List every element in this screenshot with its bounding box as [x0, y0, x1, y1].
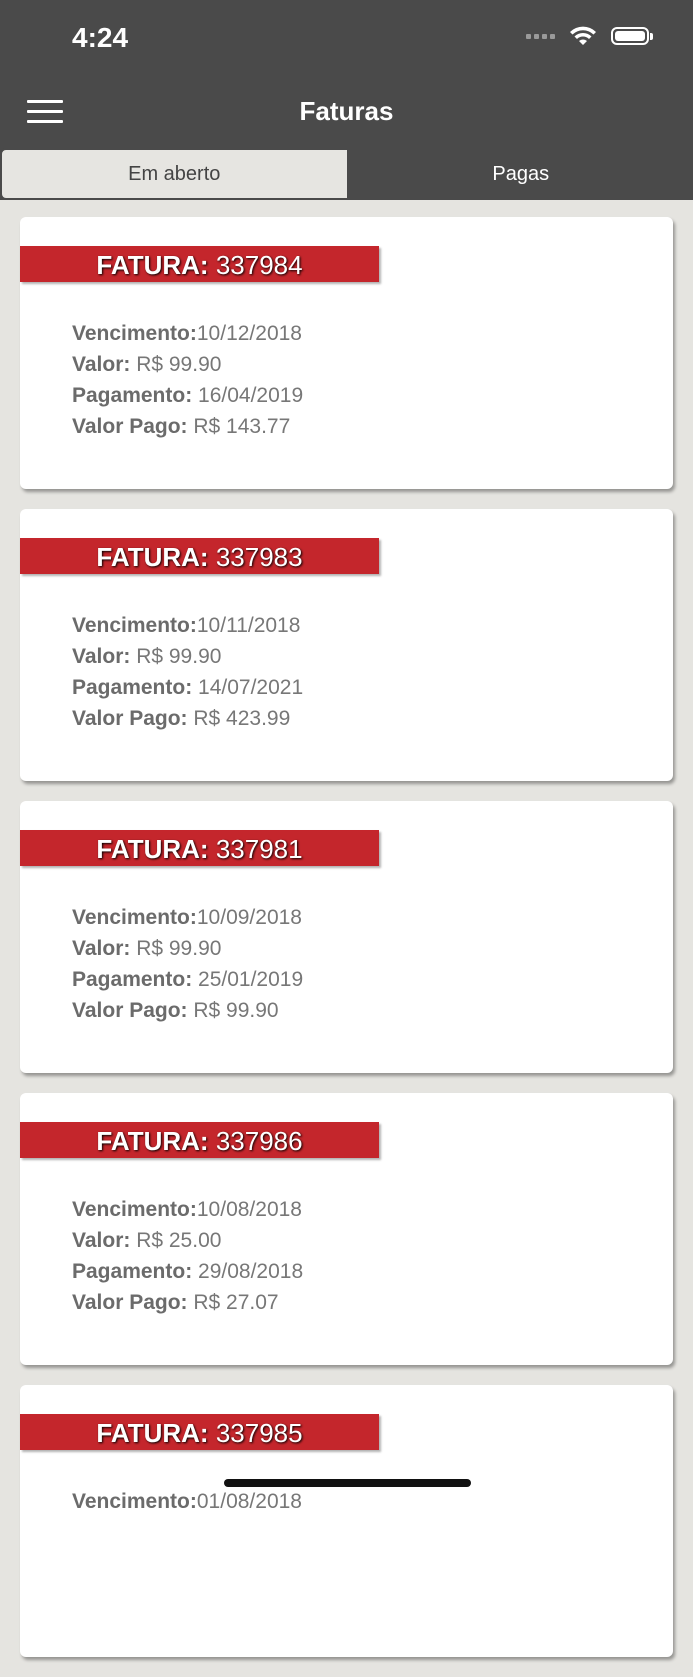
- invoice-label: FATURA:: [96, 542, 208, 572]
- valor-pago-value: R$ 143.77: [193, 415, 290, 438]
- valor-value: R$ 99.90: [136, 353, 221, 376]
- valor-pago-label: Valor Pago:: [72, 415, 188, 438]
- vencimento-label: Vencimento:: [72, 1490, 197, 1513]
- vencimento-value: 10/12/2018: [197, 322, 302, 345]
- invoice-details: Vencimento:10/09/2018 Valor: R$ 99.90 Pa…: [72, 902, 303, 1026]
- invoice-header-ribbon: FATURA: 337983: [20, 538, 379, 574]
- invoice-details: Vencimento:10/12/2018 Valor: R$ 99.90 Pa…: [72, 318, 303, 442]
- tab-bar: Em aberto Pagas: [0, 148, 693, 200]
- invoice-list: FATURA: 337984 Vencimento:10/12/2018 Val…: [20, 217, 673, 1677]
- battery-icon: [611, 27, 649, 45]
- vencimento-label: Vencimento:: [72, 1198, 197, 1221]
- pagamento-value: 29/08/2018: [198, 1260, 303, 1283]
- invoice-details: Vencimento:10/11/2018 Valor: R$ 99.90 Pa…: [72, 610, 303, 734]
- invoice-header-ribbon: FATURA: 337986: [20, 1122, 379, 1158]
- invoice-card[interactable]: FATURA: 337984 Vencimento:10/12/2018 Val…: [20, 217, 673, 489]
- vencimento-value: 10/09/2018: [197, 906, 302, 929]
- valor-pago-value: R$ 423.99: [193, 707, 290, 730]
- vencimento-label: Vencimento:: [72, 614, 197, 637]
- invoice-label: FATURA:: [96, 250, 208, 280]
- valor-pago-value: R$ 27.07: [193, 1291, 278, 1314]
- valor-label: Valor:: [72, 937, 130, 960]
- home-indicator: [224, 1479, 471, 1487]
- valor-value: R$ 99.90: [136, 645, 221, 668]
- invoice-number: 337985: [216, 1418, 303, 1448]
- valor-value: R$ 25.00: [136, 1229, 221, 1252]
- vencimento-value: 10/08/2018: [197, 1198, 302, 1221]
- pagamento-label: Pagamento:: [72, 384, 192, 407]
- invoice-header-ribbon: FATURA: 337984: [20, 246, 379, 282]
- invoice-card[interactable]: FATURA: 337986 Vencimento:10/08/2018 Val…: [20, 1093, 673, 1365]
- invoice-card[interactable]: FATURA: 337985 Vencimento:01/08/2018: [20, 1385, 673, 1657]
- pagamento-value: 14/07/2021: [198, 676, 303, 699]
- pagamento-label: Pagamento:: [72, 676, 192, 699]
- valor-value: R$ 99.90: [136, 937, 221, 960]
- valor-label: Valor:: [72, 353, 130, 376]
- invoice-number: 337986: [216, 1126, 303, 1156]
- invoice-details: Vencimento:01/08/2018: [72, 1486, 302, 1517]
- pagamento-label: Pagamento:: [72, 1260, 192, 1283]
- vencimento-value: 01/08/2018: [197, 1490, 302, 1513]
- wifi-icon: [569, 26, 597, 46]
- tab-em-aberto[interactable]: Em aberto: [0, 148, 349, 200]
- invoice-number: 337983: [216, 542, 303, 572]
- valor-pago-label: Valor Pago:: [72, 707, 188, 730]
- valor-label: Valor:: [72, 1229, 130, 1252]
- status-time: 4:24: [72, 22, 128, 54]
- invoice-header-ribbon: FATURA: 337981: [20, 830, 379, 866]
- cellular-signal-icon: [526, 34, 555, 39]
- invoice-header-ribbon: FATURA: 337985: [20, 1414, 379, 1450]
- valor-pago-value: R$ 99.90: [193, 999, 278, 1022]
- nav-bar: Faturas: [0, 80, 693, 148]
- invoice-label: FATURA:: [96, 1126, 208, 1156]
- vencimento-value: 10/11/2018: [197, 614, 301, 637]
- valor-pago-label: Valor Pago:: [72, 1291, 188, 1314]
- invoice-card[interactable]: FATURA: 337981 Vencimento:10/09/2018 Val…: [20, 801, 673, 1073]
- invoice-label: FATURA:: [96, 1418, 208, 1448]
- invoice-label: FATURA:: [96, 834, 208, 864]
- vencimento-label: Vencimento:: [72, 906, 197, 929]
- tab-pagas[interactable]: Pagas: [349, 148, 693, 200]
- invoice-details: Vencimento:10/08/2018 Valor: R$ 25.00 Pa…: [72, 1194, 303, 1318]
- status-icons: [526, 26, 649, 46]
- valor-pago-label: Valor Pago:: [72, 999, 188, 1022]
- pagamento-label: Pagamento:: [72, 968, 192, 991]
- invoice-number: 337981: [216, 834, 303, 864]
- vencimento-label: Vencimento:: [72, 322, 197, 345]
- valor-label: Valor:: [72, 645, 130, 668]
- pagamento-value: 25/01/2019: [198, 968, 303, 991]
- invoice-card[interactable]: FATURA: 337983 Vencimento:10/11/2018 Val…: [20, 509, 673, 781]
- page-title: Faturas: [0, 96, 693, 127]
- invoice-number: 337984: [216, 250, 303, 280]
- pagamento-value: 16/04/2019: [198, 384, 303, 407]
- status-bar: 4:24: [0, 0, 693, 80]
